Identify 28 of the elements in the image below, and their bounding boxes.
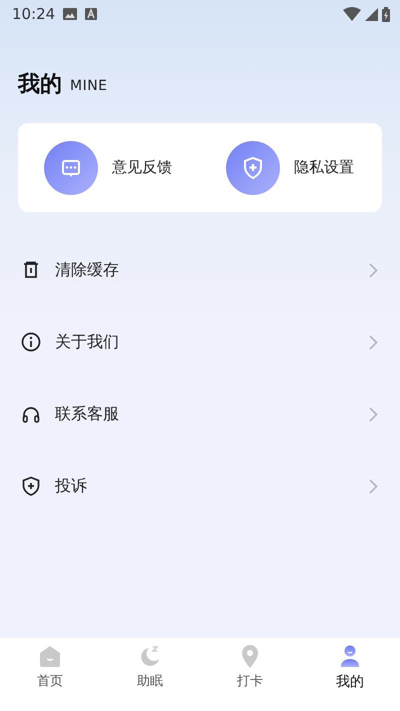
shortcut-label[interactable]: 隐私设置 xyxy=(294,156,354,179)
info-icon xyxy=(21,332,41,352)
tab-item[interactable]: 打卡 xyxy=(200,638,300,711)
chevron-right-icon xyxy=(369,478,378,494)
menu-item[interactable]: 关于我们 xyxy=(0,306,400,378)
tab-item[interactable]: 首页 xyxy=(0,638,100,711)
menu-item[interactable]: 清除缓存 xyxy=(0,234,400,306)
home-icon xyxy=(38,644,62,668)
chevron-right-icon xyxy=(369,262,378,278)
menu-item[interactable]: 投诉 xyxy=(0,450,400,522)
chevron-right-icon xyxy=(369,406,378,422)
status-time: 10:24 xyxy=(12,4,56,25)
page-title: 我的 xyxy=(18,71,62,99)
tab-item[interactable]: 我的 xyxy=(300,638,400,711)
headset-icon xyxy=(21,404,41,424)
signal-icon xyxy=(365,8,378,20)
tab-item[interactable]: 助眠 xyxy=(100,638,200,711)
battery-icon xyxy=(382,6,390,22)
shortcut-label[interactable]: 意见反馈 xyxy=(112,156,172,179)
wifi-icon xyxy=(343,7,361,21)
menu-item[interactable]: 联系客服 xyxy=(0,378,400,450)
user-icon xyxy=(338,644,362,668)
text-icon xyxy=(85,8,98,20)
trash-icon xyxy=(21,260,41,280)
chevron-right-icon xyxy=(369,334,378,350)
shield-plus-icon xyxy=(21,476,41,496)
page-subtitle: MINE xyxy=(70,77,108,96)
image-icon xyxy=(63,8,78,20)
